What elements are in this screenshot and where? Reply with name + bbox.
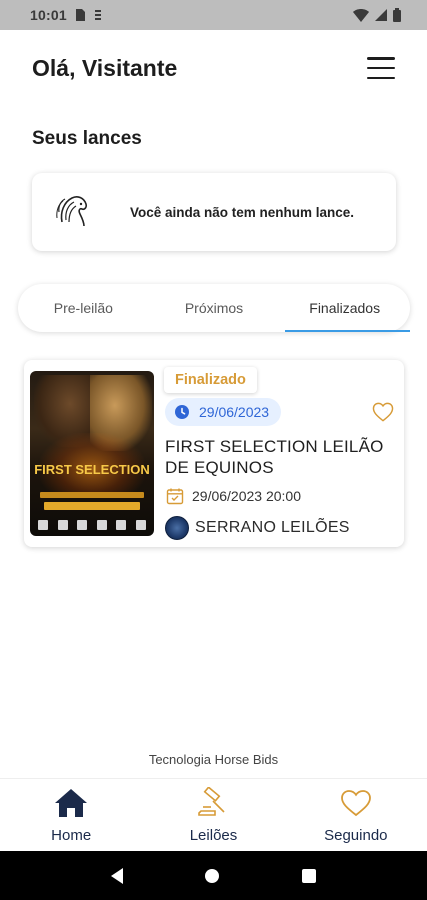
poster-footer-logos [38, 520, 146, 532]
tab-pre-leilao[interactable]: Pre-leilão [18, 284, 149, 332]
home-icon [55, 789, 88, 817]
poster-logo [96, 520, 107, 530]
status-left: 10:01 [30, 7, 103, 23]
poster-logo [38, 520, 48, 530]
auction-card[interactable]: FIRST SELECTION Finalizado 29/06/2023 FI… [24, 360, 404, 547]
clock-icon [175, 405, 189, 419]
status-right [353, 8, 401, 22]
footer-tech-text: Tecnologia Horse Bids [148, 752, 279, 767]
auction-tabs: Pre-leilão Próximos Finalizados [18, 284, 410, 332]
gavel-icon [198, 787, 226, 816]
horse-head-logo [56, 196, 87, 227]
signal-icon [375, 9, 387, 21]
wifi-icon [353, 8, 369, 22]
status-bar: 10:01 [0, 0, 427, 30]
home-circle-icon[interactable] [205, 868, 220, 883]
menu-line [367, 57, 395, 60]
empty-bids-card: Você ainda não tem nenhum lance. [32, 173, 396, 251]
hamburger-menu-icon[interactable] [367, 57, 395, 79]
auction-datetime: 29/06/2023 20:00 [192, 488, 301, 504]
favorite-heart-icon[interactable] [372, 402, 394, 422]
poster-logo [57, 520, 68, 530]
nav-item-home[interactable]: Home [0, 779, 142, 851]
tab-proximos[interactable]: Próximos [149, 284, 280, 332]
auction-date: 29/06/2023 [199, 404, 270, 420]
battery-icon [393, 8, 401, 22]
recents-square-icon[interactable] [301, 868, 316, 883]
poster-logo [116, 520, 127, 530]
poster-date-bar [44, 502, 140, 510]
auctioneer-logo [165, 516, 189, 540]
app-header: Olá, Visitante [0, 30, 427, 106]
android-system-nav [0, 851, 427, 900]
bottom-nav: Home Leilões Seguindo [0, 778, 427, 851]
menu-line [367, 66, 395, 70]
tab-finalizados[interactable]: Finalizados [279, 284, 410, 332]
storage-icon [94, 10, 101, 20]
poster-logo [135, 520, 146, 530]
bids-section-title: Seus lances [32, 128, 142, 149]
auctioneer-name: SERRANO LEILÕES [195, 519, 350, 536]
nav-item-seguindo[interactable]: Seguindo [285, 779, 427, 851]
auction-poster-image: FIRST SELECTION [30, 371, 154, 536]
poster-logo [77, 520, 88, 530]
status-time: 10:01 [30, 7, 67, 23]
auction-date-pill: 29/06/2023 [165, 398, 282, 426]
auction-datetime-row: 29/06/2023 20:00 [166, 487, 301, 505]
calendar-check-icon [166, 488, 184, 505]
status-badge: Finalizado [164, 367, 257, 393]
poster-title: FIRST SELECTION [34, 462, 150, 477]
nav-label-home: Home [51, 827, 92, 844]
back-icon[interactable] [111, 867, 124, 884]
nav-label-leiloes: Leilões [189, 827, 238, 844]
greeting-title: Olá, Visitante [32, 54, 178, 81]
poster-subtitle-bar [40, 492, 144, 498]
nav-label-seguindo: Seguindo [324, 827, 388, 844]
auctioneer-row: SERRANO LEILÕES [165, 516, 350, 540]
auction-title: FIRST SELECTION LEILÃO DE EQUINOS [165, 437, 384, 477]
menu-line [367, 76, 395, 79]
heart-icon [340, 790, 371, 817]
sim-card-icon [75, 9, 85, 21]
nav-item-leiloes[interactable]: Leilões [142, 779, 284, 851]
empty-bids-message: Você ainda não tem nenhum lance. [130, 204, 355, 220]
